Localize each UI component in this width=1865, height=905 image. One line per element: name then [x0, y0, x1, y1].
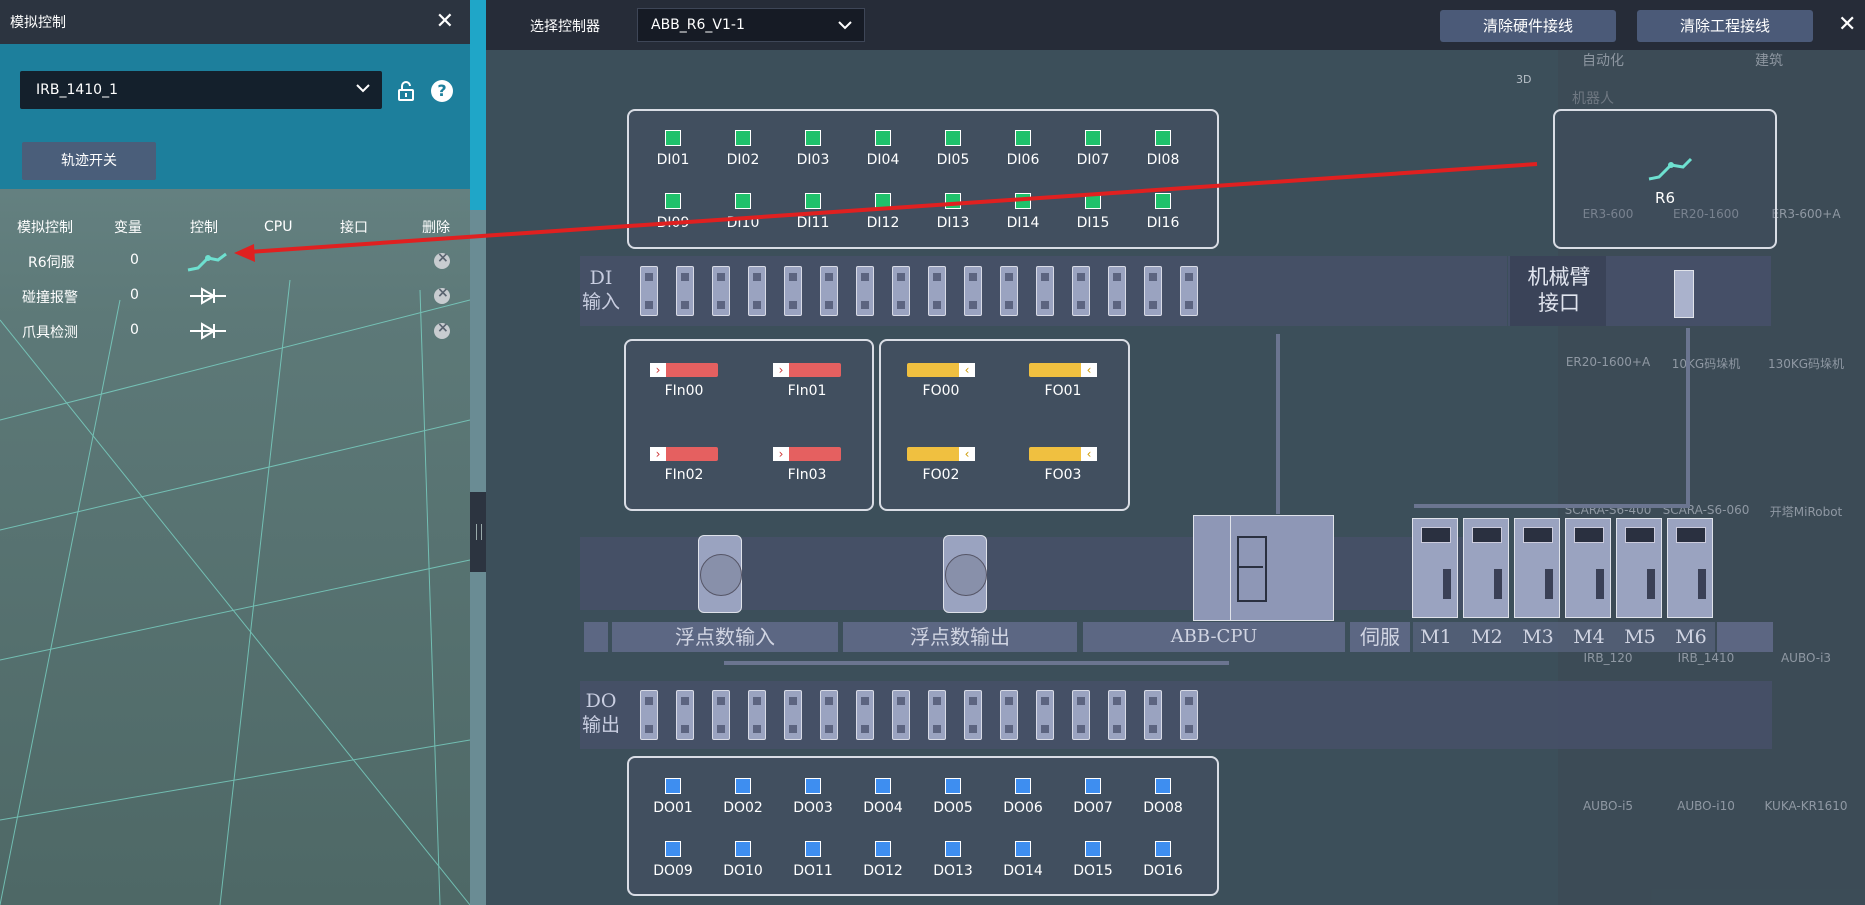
wiring-arrow — [234, 162, 1538, 262]
